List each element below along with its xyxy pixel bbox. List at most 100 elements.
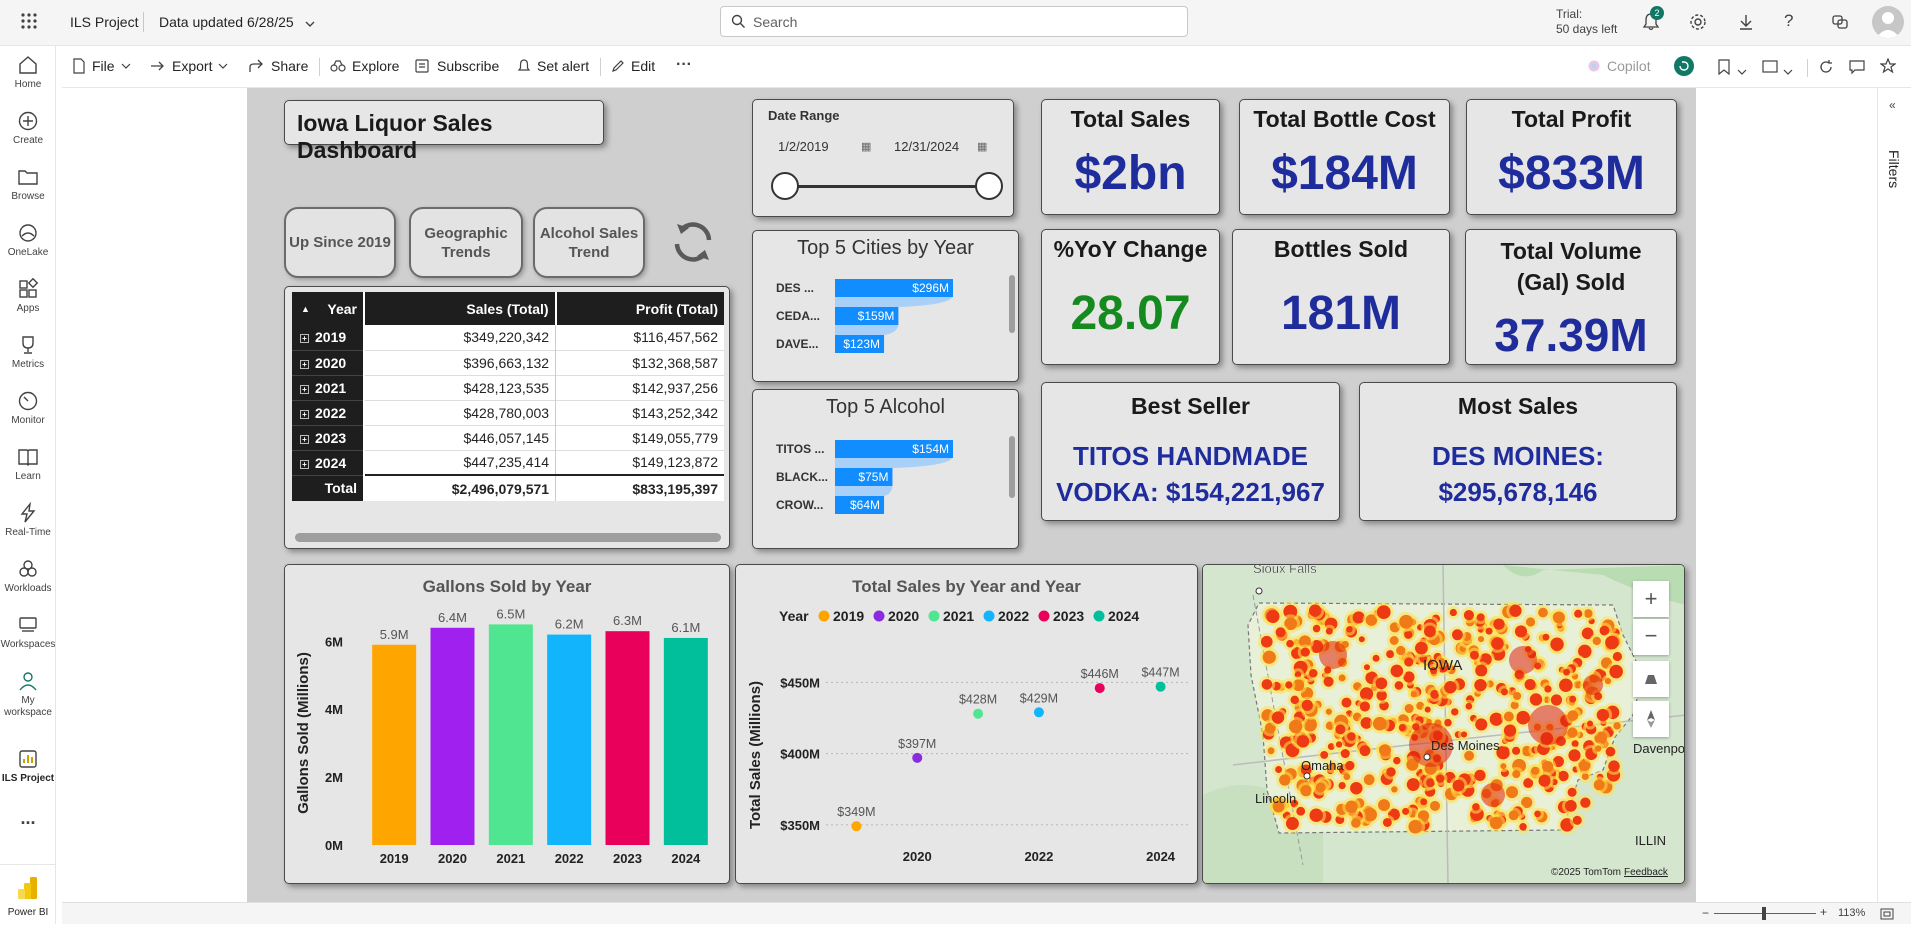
table-row[interactable]: +2019 $349,220,342 $116,457,562 (292, 325, 724, 351)
settings-gear-icon[interactable] (1688, 12, 1708, 37)
chevron-down-icon[interactable] (304, 16, 316, 34)
nav-item-create[interactable]: Create (0, 110, 56, 146)
copilot-button[interactable]: Copilot (1587, 58, 1651, 74)
nav-item-monitor[interactable]: Monitor (0, 390, 56, 426)
table-row[interactable]: +2024 $447,235,414 $149,123,872 (292, 450, 724, 476)
search-input[interactable]: Search (753, 14, 797, 30)
data-updated-label[interactable]: Data updated 6/28/25 (159, 14, 294, 30)
zoom-slider-thumb[interactable] (1762, 907, 1766, 920)
col-header-sales[interactable]: Sales (Total) (364, 292, 557, 325)
expand-icon[interactable]: + (300, 434, 309, 444)
collapse-icon[interactable]: « (1889, 98, 1896, 112)
subscribe-button[interactable]: Subscribe (415, 58, 499, 74)
row-header-cell[interactable]: +2019 (292, 325, 365, 351)
refresh-visuals-icon[interactable] (1674, 56, 1694, 76)
export-menu[interactable]: Export (150, 58, 228, 74)
bookmark-icon[interactable] (1718, 59, 1730, 80)
row-header-cell[interactable]: +2020 (292, 350, 365, 376)
alcohol-sales-trend-button[interactable]: Alcohol Sales Trend (533, 207, 645, 278)
heat-point (1260, 635, 1273, 648)
nav-item-more[interactable]: ... (0, 808, 56, 829)
more-options-button[interactable]: ··· (676, 56, 692, 74)
slider-track[interactable] (785, 185, 989, 188)
nav-item-learn[interactable]: Learn (0, 446, 56, 482)
file-menu[interactable]: File (72, 58, 131, 74)
scatter-point (851, 821, 862, 832)
expand-icon[interactable]: + (300, 459, 309, 469)
fit-page-icon[interactable] (1880, 907, 1894, 925)
favorite-star-icon[interactable] (1879, 57, 1897, 79)
nav-item-workspaces[interactable]: Workspaces (0, 614, 56, 650)
set-alert-button[interactable]: Set alert (517, 58, 589, 74)
app-launcher-icon[interactable] (20, 12, 38, 35)
view-icon[interactable] (1762, 60, 1778, 78)
avatar[interactable] (1872, 6, 1904, 38)
col-header-profit[interactable]: Profit (Total) (556, 292, 724, 325)
expand-icon[interactable]: + (300, 384, 309, 394)
search-box[interactable]: Search (720, 6, 1188, 37)
nav-item-metrics[interactable]: Metrics (0, 334, 56, 370)
tilt-button[interactable] (1633, 661, 1669, 697)
calendar-icon[interactable]: ▦ (977, 140, 987, 153)
nav-item-workloads[interactable]: Workloads (0, 558, 56, 594)
up-since-2019-button[interactable]: Up Since 2019 (284, 207, 396, 278)
zoom-in-icon[interactable]: + (1820, 905, 1827, 919)
row-header-cell[interactable]: +2022 (292, 400, 365, 426)
vertical-scrollbar[interactable] (1009, 436, 1015, 498)
sales-cell: $428,123,535 (364, 375, 557, 400)
table-row[interactable]: +2022 $428,780,003 $143,252,342 (292, 400, 724, 426)
nav-item-real-time[interactable]: Real-Time (0, 502, 56, 538)
slider-start-handle[interactable] (771, 172, 799, 200)
heat-point (1271, 711, 1285, 724)
row-header-cell[interactable]: +2023 (292, 425, 365, 451)
nav-item-browse[interactable]: Browse (0, 166, 56, 202)
nav-item-power-bi[interactable]: Power BI (0, 864, 56, 924)
col-header-year[interactable]: ▲ Year (292, 292, 365, 325)
zoom-out-button[interactable]: − (1633, 619, 1669, 655)
calendar-icon[interactable]: ▦ (861, 140, 871, 153)
help-icon[interactable]: ? (1784, 11, 1793, 31)
slider-end-handle[interactable] (975, 172, 1003, 200)
nav-item-my-workspace[interactable]: My workspace (0, 670, 56, 719)
workspace-name[interactable]: ILS Project (70, 14, 138, 30)
heat-point (1285, 681, 1293, 689)
table-row[interactable]: +2020 $396,663,132 $132,368,587 (292, 350, 724, 376)
y-tick-label: $450M (780, 675, 820, 690)
vertical-scrollbar[interactable] (1009, 275, 1015, 333)
map-feedback-link[interactable]: Feedback (1624, 867, 1668, 878)
filters-pane[interactable]: « Filters (1877, 88, 1911, 902)
heat-point (1472, 803, 1480, 811)
end-date-input[interactable]: 12/31/2024 (894, 139, 959, 154)
table-row[interactable]: +2021 $428,123,535 $142,937,256 (292, 375, 724, 401)
sort-asc-icon[interactable]: ▲ (301, 304, 310, 314)
horizontal-scrollbar[interactable] (295, 533, 721, 542)
geographic-trends-button[interactable]: Geographic Trends (409, 207, 523, 278)
comment-icon[interactable] (1849, 59, 1865, 80)
chevron-down-icon[interactable] (1737, 63, 1747, 81)
table-row[interactable]: +2023 $446,057,145 $149,055,779 (292, 425, 724, 451)
zoom-in-button[interactable]: + (1633, 581, 1669, 617)
share-feedback-icon[interactable] (1830, 12, 1850, 37)
expand-icon[interactable]: + (300, 359, 309, 369)
reset-refresh-icon[interactable] (669, 218, 717, 271)
explore-button[interactable]: Explore (330, 58, 399, 74)
refresh-icon[interactable] (1818, 59, 1834, 80)
nav-item-home[interactable]: Home (0, 54, 56, 90)
nav-item-ils-project[interactable]: ILS Project (0, 748, 56, 784)
zoom-out-icon[interactable]: − (1702, 906, 1709, 920)
start-date-input[interactable]: 1/2/2019 (778, 139, 829, 154)
expand-icon[interactable]: + (300, 334, 309, 344)
download-icon[interactable] (1736, 12, 1756, 37)
row-header-cell[interactable]: +2024 (292, 450, 365, 476)
compass-button[interactable] (1633, 701, 1669, 737)
map-city-label: Sioux Falls (1253, 565, 1317, 576)
row-header-cell[interactable]: +2021 (292, 375, 365, 401)
edit-button[interactable]: Edit (611, 58, 655, 74)
heat-map[interactable]: Sioux Falls IOWA Des Moines Omaha Lincoln Dav… (1203, 565, 1685, 884)
nav-item-onelake[interactable]: OneLake (0, 222, 56, 258)
chart-title: Total Sales by Year and Year (852, 577, 1081, 596)
nav-item-apps[interactable]: Apps (0, 278, 56, 314)
share-button[interactable]: Share (249, 58, 308, 74)
expand-icon[interactable]: + (300, 409, 309, 419)
chevron-down-icon[interactable] (1783, 63, 1793, 81)
